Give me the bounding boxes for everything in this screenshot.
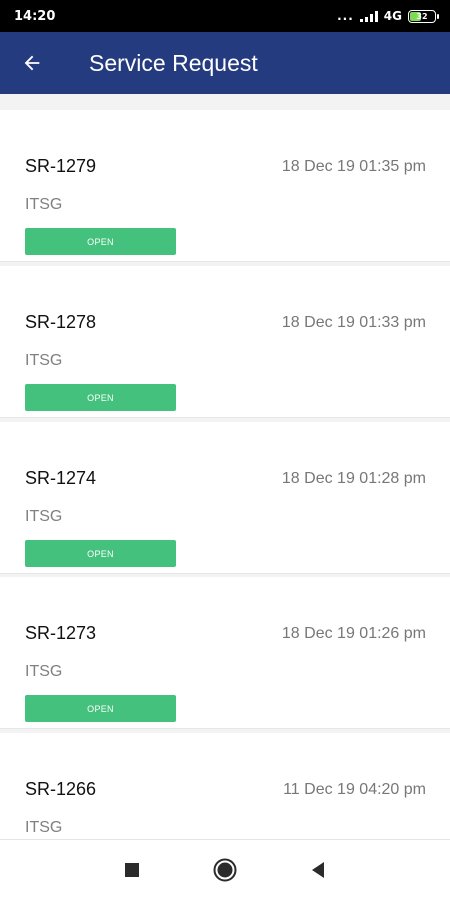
status-badge: OPEN	[25, 384, 176, 411]
recent-apps-button[interactable]	[86, 840, 179, 900]
home-button[interactable]	[179, 840, 272, 900]
request-id: SR-1278	[25, 312, 97, 332]
circle-home-icon	[213, 858, 237, 882]
battery-icon: 32	[408, 9, 439, 23]
list-item[interactable]: SR-1278 18 Dec 19 01:33 pm ITSG OPEN	[0, 266, 450, 418]
list-item[interactable]: SR-1273 18 Dec 19 01:26 pm ITSG OPEN	[0, 577, 450, 729]
list-item[interactable]: SR-1279 18 Dec 19 01:35 pm ITSG OPEN	[0, 110, 450, 262]
request-date: 11 Dec 19 04:20 pm	[283, 781, 426, 798]
request-department: ITSG	[25, 352, 63, 369]
status-badge: OPEN	[25, 228, 176, 255]
triangle-back-icon	[312, 862, 324, 878]
signal-icon	[359, 10, 378, 22]
network-label: 4G	[383, 9, 402, 23]
request-department: ITSG	[25, 508, 63, 525]
status-badge: OPEN	[25, 540, 176, 567]
app-bar: Service Request	[0, 32, 450, 94]
status-indicators: ... 4G 32	[337, 9, 439, 23]
back-button[interactable]	[0, 32, 64, 94]
square-icon	[125, 863, 139, 877]
nav-back-button[interactable]	[272, 840, 365, 900]
list-item[interactable]: SR-1266 11 Dec 19 04:20 pm ITSG	[0, 733, 450, 840]
request-date: 18 Dec 19 01:33 pm	[281, 314, 426, 331]
status-bar: 14:20 ... 4G 32	[0, 0, 450, 32]
request-id: SR-1279	[25, 156, 97, 176]
request-department: ITSG	[25, 663, 63, 680]
list-item[interactable]: SR-1274 18 Dec 19 01:28 pm ITSG OPEN	[0, 422, 450, 574]
request-id: SR-1273	[25, 623, 97, 643]
request-department: ITSG	[25, 819, 63, 836]
request-date: 18 Dec 19 01:35 pm	[281, 158, 426, 175]
status-badge: OPEN	[25, 695, 176, 722]
request-department: ITSG	[25, 196, 63, 213]
arrow-left-icon	[24, 55, 40, 71]
request-date: 18 Dec 19 01:28 pm	[281, 470, 426, 487]
battery-level: 32	[416, 11, 428, 21]
page-title: Service Request	[89, 49, 258, 76]
status-dots: ...	[337, 9, 354, 23]
request-date: 18 Dec 19 01:26 pm	[281, 625, 426, 642]
system-nav-bar	[0, 839, 450, 900]
request-id: SR-1274	[25, 468, 97, 488]
service-request-list[interactable]: SR-1279 18 Dec 19 01:35 pm ITSG OPEN SR-…	[0, 94, 450, 840]
request-id: SR-1266	[25, 779, 97, 799]
status-time: 14:20	[14, 8, 56, 24]
